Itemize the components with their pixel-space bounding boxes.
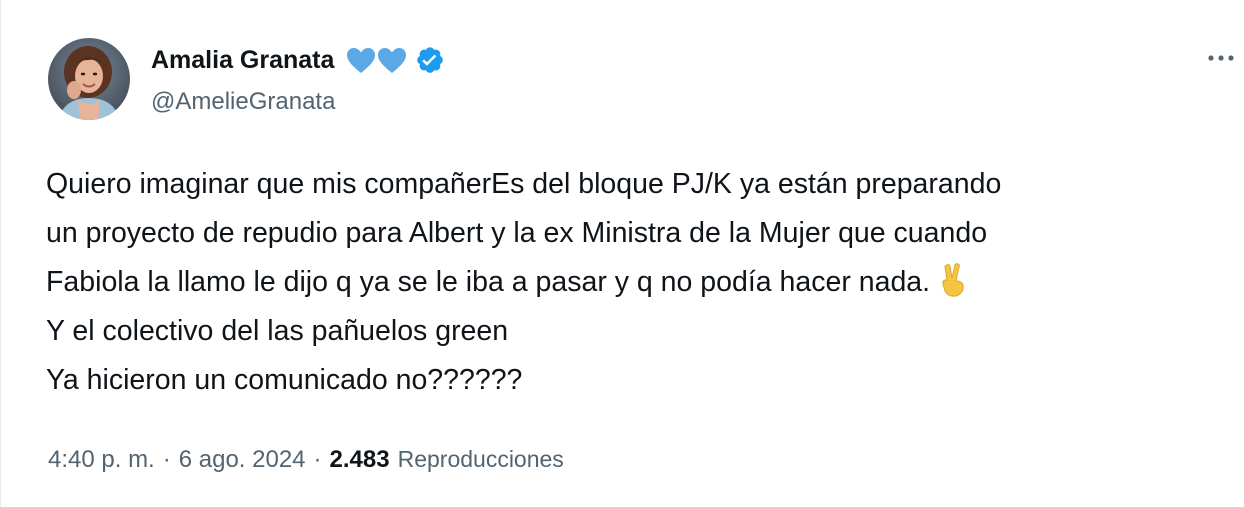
victory-hand-icon: [938, 263, 968, 313]
meta-separator: ·: [162, 446, 171, 473]
light-blue-heart-icon: [347, 47, 376, 73]
emoji-badges: [346, 47, 407, 74]
tweet-text-line: Y el colectivo del las pañuelos green: [46, 315, 509, 347]
tweet-text-line: Fabiola la llamo le dijo q ya se le iba …: [46, 258, 1244, 307]
more-options-icon[interactable]: [1204, 38, 1238, 78]
tweet-text-line-content: Fabiola la llamo le dijo q ya se le iba …: [46, 266, 931, 298]
author-handle[interactable]: @AmelieGranata: [151, 88, 335, 116]
verified-badge-icon[interactable]: [415, 45, 445, 75]
author-row: Amalia Granata: [151, 40, 445, 80]
tweet-time[interactable]: 4:40 p. m.: [48, 446, 155, 474]
tweet-text-line: un proyecto de repudio para Albert y la …: [46, 217, 988, 249]
tweet-text-line: Quiero imaginar que mis compañerEs del b…: [46, 168, 1002, 200]
views-label: Reproducciones: [397, 446, 564, 472]
tweet-text: Quiero imaginar que mis compañerEs del b…: [46, 160, 1244, 405]
profile-photo-icon: [48, 38, 130, 120]
views-count: 2.483: [329, 446, 390, 473]
tweet-text-line: Ya hicieron un comunicado no??????: [46, 364, 523, 396]
tweet-date[interactable]: 6 ago. 2024: [179, 446, 306, 474]
tweet-meta: 4:40 p. m. · 6 ago. 2024 · 2.483 Reprodu…: [48, 446, 564, 474]
meta-separator: ·: [313, 446, 322, 473]
avatar[interactable]: [48, 38, 130, 120]
tweet-card: Amalia Granata @AmelieGranata Quiero ima…: [0, 0, 1244, 507]
author-display-name[interactable]: Amalia Granata: [151, 46, 334, 75]
light-blue-heart-icon: [378, 47, 407, 73]
